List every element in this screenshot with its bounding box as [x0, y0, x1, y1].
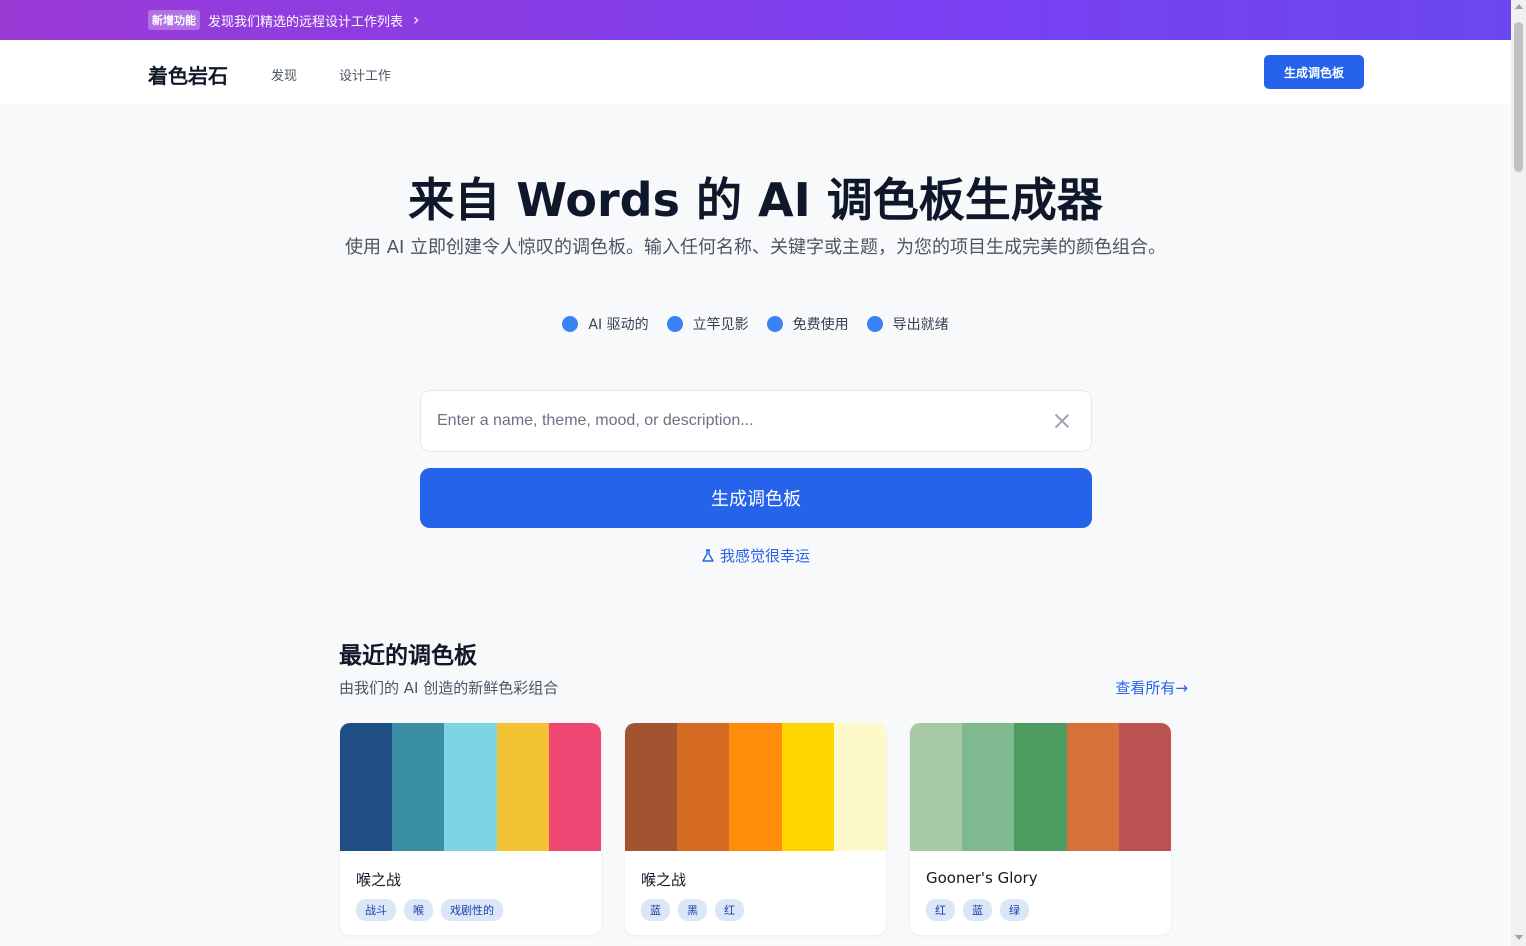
search-box — [420, 390, 1092, 452]
new-feature-badge: 新增功能 — [148, 10, 200, 30]
page-subtitle: 使用 AI 立即创建令人惊叹的调色板。输入任何名称、关键字或主题，为您的项目生成… — [344, 237, 1167, 258]
nav-generate-button[interactable]: 生成调色板 — [1264, 55, 1364, 89]
color-swatch[interactable] — [496, 723, 549, 851]
color-swatch[interactable] — [625, 723, 678, 851]
palette-name: Gooner's Glory — [926, 869, 1038, 887]
top-navigation: 着色岩石 发现 设计工作 生成调色板 — [0, 40, 1511, 104]
feature-label: 免费使用 — [792, 317, 849, 333]
banner-text[interactable]: 发现我们精选的远程设计工作列表 — [208, 11, 403, 30]
color-swatch[interactable] — [677, 723, 730, 851]
dot-icon — [666, 316, 683, 332]
recent-palettes-title: 最近的调色板 — [339, 643, 477, 669]
palette-swatches — [910, 723, 1171, 851]
tag[interactable]: 红 — [715, 899, 744, 921]
scroll-down-icon[interactable] — [1515, 935, 1523, 940]
feeling-lucky-link[interactable]: 我感觉很幸运 — [0, 545, 1511, 566]
color-swatch[interactable] — [781, 723, 834, 851]
flask-icon — [702, 548, 714, 562]
feature-item: 导出就绪 — [866, 314, 949, 334]
nav-link-design-jobs[interactable]: 设计工作 — [339, 65, 391, 84]
color-swatch[interactable] — [444, 723, 497, 851]
tag[interactable]: 戏剧性的 — [441, 899, 503, 921]
palette-card[interactable]: Gooner's Glory 红 蓝 绿 — [910, 723, 1171, 935]
color-swatch[interactable] — [962, 723, 1015, 851]
feature-item: 立竿见影 — [666, 314, 749, 334]
scroll-up-icon[interactable] — [1515, 4, 1523, 9]
announcement-banner[interactable]: 新增功能 发现我们精选的远程设计工作列表 › — [0, 0, 1511, 40]
color-swatch[interactable] — [548, 723, 601, 851]
feature-item: 免费使用 — [766, 314, 849, 334]
feature-label: 导出就绪 — [892, 317, 949, 333]
feature-list: AI 驱动的 立竿见影 免费使用 导出就绪 — [0, 314, 1511, 334]
palette-card[interactable]: 喉之战 蓝 黑 红 — [625, 723, 886, 935]
logo[interactable]: 着色岩石 — [148, 60, 228, 89]
feature-label: AI 驱动的 — [588, 317, 649, 333]
color-swatch[interactable] — [910, 723, 963, 851]
palette-name: 喉之战 — [356, 871, 402, 889]
search-input[interactable] — [437, 412, 1053, 430]
color-swatch[interactable] — [1014, 723, 1067, 851]
scrollbar-thumb[interactable] — [1514, 22, 1523, 172]
tag[interactable]: 战斗 — [356, 899, 396, 921]
tag-list: 红 蓝 绿 — [926, 899, 1029, 921]
page-title: 来自 Words 的 AI 调色板生成器 — [408, 173, 1103, 227]
view-all-link[interactable]: 查看所有→ — [1115, 677, 1188, 698]
tag[interactable]: 红 — [926, 899, 955, 921]
tag[interactable]: 黑 — [678, 899, 707, 921]
palette-swatches — [340, 723, 601, 851]
color-swatch[interactable] — [1118, 723, 1171, 851]
dot-icon — [766, 316, 783, 332]
color-swatch[interactable] — [392, 723, 445, 851]
palette-card[interactable]: 喉之战 战斗 喉 戏剧性的 — [340, 723, 601, 935]
color-swatch[interactable] — [729, 723, 782, 851]
color-swatch[interactable] — [833, 723, 886, 851]
close-icon[interactable] — [1053, 412, 1071, 430]
tag-list: 战斗 喉 戏剧性的 — [356, 899, 503, 921]
tag[interactable]: 喉 — [404, 899, 433, 921]
feature-label: 立竿见影 — [692, 317, 749, 333]
feeling-lucky-label: 我感觉很幸运 — [719, 547, 810, 565]
tag[interactable]: 绿 — [1000, 899, 1029, 921]
color-swatch[interactable] — [340, 723, 393, 851]
dot-icon — [866, 316, 883, 332]
nav-link-discover[interactable]: 发现 — [271, 65, 297, 84]
generate-palette-button[interactable]: 生成调色板 — [420, 468, 1092, 528]
palette-swatches — [625, 723, 886, 851]
recent-palettes-subtitle: 由我们的 AI 创造的新鲜色彩组合 — [339, 679, 559, 697]
chevron-right-icon: › — [413, 10, 420, 29]
scrollbar[interactable] — [1511, 0, 1526, 946]
dot-icon — [562, 316, 579, 332]
tag[interactable]: 蓝 — [641, 899, 670, 921]
tag[interactable]: 蓝 — [963, 899, 992, 921]
color-swatch[interactable] — [1066, 723, 1119, 851]
tag-list: 蓝 黑 红 — [641, 899, 744, 921]
feature-item: AI 驱动的 — [562, 314, 649, 334]
palette-name: 喉之战 — [641, 871, 687, 889]
